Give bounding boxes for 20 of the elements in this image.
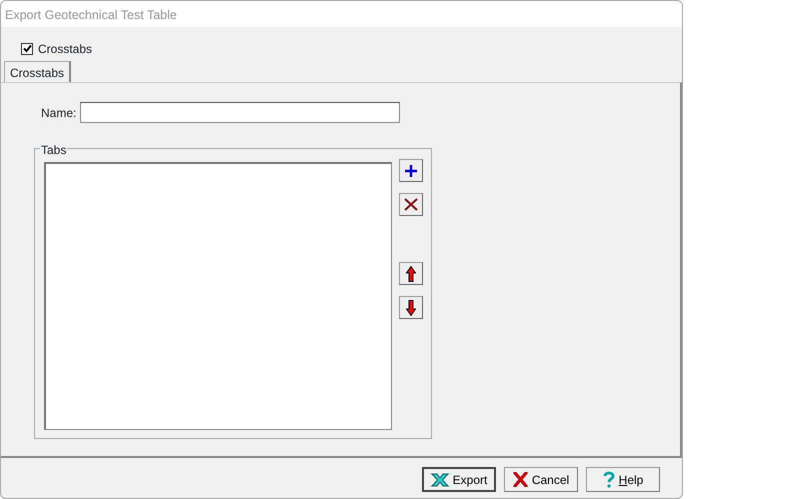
- help-button[interactable]: Help: [586, 467, 660, 492]
- down-arrow-icon: [406, 300, 416, 316]
- help-icon: [602, 471, 615, 488]
- down-button[interactable]: [399, 296, 423, 319]
- checkbox[interactable]: [21, 42, 33, 54]
- window-title: Export Geotechnical Test Table: [1, 1, 682, 27]
- export-button[interactable]: Export: [422, 467, 496, 492]
- name-label: Name:: [41, 104, 76, 122]
- delete-icon: [404, 198, 418, 211]
- checkbox-label: Crosstabs: [38, 40, 92, 58]
- up-button[interactable]: [399, 262, 423, 285]
- add-button[interactable]: [399, 159, 423, 182]
- name-field[interactable]: [80, 102, 400, 123]
- x-logo-icon: [430, 472, 449, 486]
- up-arrow-icon: [406, 266, 416, 282]
- add-icon: [404, 164, 418, 178]
- delete-button[interactable]: [399, 193, 423, 216]
- cancel-button[interactable]: Cancel: [504, 467, 578, 492]
- tab[interactable]: Crosstabs: [4, 61, 72, 82]
- cancel-icon: [512, 472, 528, 487]
